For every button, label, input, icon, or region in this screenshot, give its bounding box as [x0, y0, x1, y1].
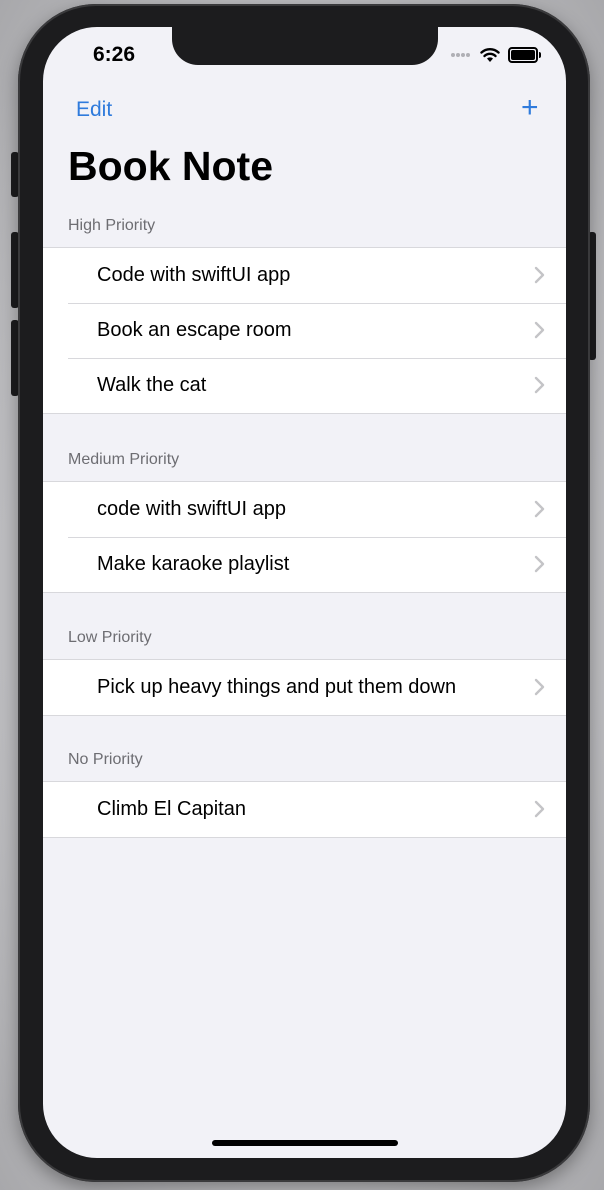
wifi-icon	[480, 48, 500, 62]
list-item[interactable]: code with swiftUI app	[43, 482, 566, 537]
chevron-right-icon	[534, 266, 545, 284]
chevron-right-icon	[534, 555, 545, 573]
home-indicator[interactable]	[212, 1140, 398, 1146]
list-item[interactable]: Make karaoke playlist	[43, 537, 566, 592]
chevron-right-icon	[534, 321, 545, 339]
battery-icon	[508, 47, 541, 63]
notch	[172, 27, 438, 65]
section-low: Pick up heavy things and put them down	[43, 659, 566, 716]
chevron-right-icon	[534, 800, 545, 818]
list-item[interactable]: Book an escape room	[43, 303, 566, 358]
section-header-high: High Priority	[68, 217, 156, 234]
section-header-none: No Priority	[68, 751, 143, 768]
status-icons	[450, 45, 541, 65]
list-item-label: Walk the cat	[97, 374, 207, 396]
section-none: Climb El Capitan	[43, 781, 566, 838]
page-title: Book Note	[68, 143, 273, 189]
section-header-medium: Medium Priority	[68, 451, 180, 468]
chevron-right-icon	[534, 376, 545, 394]
list-item-label: Code with swiftUI app	[97, 264, 291, 286]
list-item-label: Climb El Capitan	[97, 798, 246, 820]
add-button[interactable]: +	[521, 93, 539, 123]
status-time: 6:26	[93, 43, 136, 66]
edit-button[interactable]: Edit	[76, 98, 112, 122]
cellular-dots-icon	[451, 53, 470, 57]
list-item-label: Book an escape room	[97, 319, 292, 341]
list-item[interactable]: Code with swiftUI app	[43, 248, 566, 303]
screen: 6:26 Edit + Book Note High Priority Code…	[43, 27, 566, 1158]
section-header-low: Low Priority	[68, 629, 152, 646]
section-medium: code with swiftUI app Make karaoke playl…	[43, 481, 566, 593]
list-item-label: Make karaoke playlist	[97, 553, 290, 575]
list-item[interactable]: Pick up heavy things and put them down	[43, 660, 566, 715]
chevron-right-icon	[534, 678, 545, 696]
chevron-right-icon	[534, 500, 545, 518]
section-high: Code with swiftUI app Book an escape roo…	[43, 247, 566, 414]
list-item-label: code with swiftUI app	[97, 498, 286, 520]
list-item[interactable]: Climb El Capitan	[43, 782, 566, 837]
list-item-label: Pick up heavy things and put them down	[97, 676, 457, 698]
list-item[interactable]: Walk the cat	[43, 358, 566, 413]
